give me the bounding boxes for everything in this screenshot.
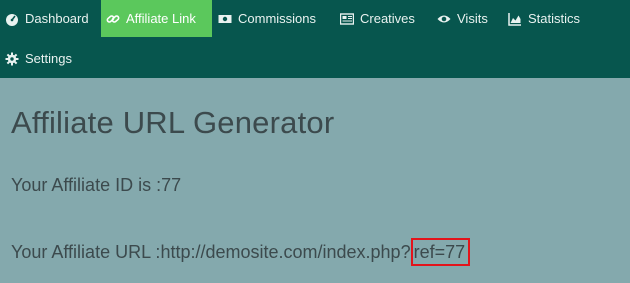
affiliate-id-label: Your Affiliate ID is : <box>11 175 162 195</box>
gear-icon <box>5 52 19 66</box>
main-navbar: Dashboard Affiliate Link Commissions Cre… <box>0 0 630 78</box>
dashboard-icon <box>5 12 19 26</box>
nav-item-creatives[interactable]: Creatives <box>335 0 423 37</box>
eye-icon <box>437 12 451 26</box>
nav-label-statistics: Statistics <box>528 11 581 26</box>
nav-label-dashboard: Dashboard <box>25 11 89 26</box>
nav-item-statistics[interactable]: Statistics <box>503 0 588 37</box>
nav-label-settings: Settings <box>25 51 72 66</box>
affiliate-url-line: Your Affiliate URL :http://demosite.com/… <box>11 238 471 266</box>
nav-label-affiliate-link: Affiliate Link <box>126 11 196 26</box>
nav-item-settings[interactable]: Settings <box>0 40 80 77</box>
affiliate-id-value: 77 <box>161 175 182 195</box>
link-icon <box>106 12 120 26</box>
affiliate-id-line: Your Affiliate ID is :77 <box>11 175 181 196</box>
nav-item-affiliate-link[interactable]: Affiliate Link <box>101 0 212 37</box>
nav-label-creatives: Creatives <box>360 11 415 26</box>
affiliate-url-label: Your Affiliate URL : <box>11 242 161 262</box>
money-icon <box>218 12 232 26</box>
newspaper-icon <box>340 12 354 26</box>
nav-item-commissions[interactable]: Commissions <box>213 0 324 37</box>
nav-label-visits: Visits <box>457 11 488 26</box>
page-title: Affiliate URL Generator <box>11 105 335 140</box>
affiliate-url-ref-highlight[interactable]: ref=77 <box>410 238 471 266</box>
affiliate-url-base[interactable]: http://demosite.com/index.php? <box>160 242 410 262</box>
nav-item-visits[interactable]: Visits <box>432 0 496 37</box>
chart-icon <box>508 12 522 26</box>
nav-label-commissions: Commissions <box>238 11 317 26</box>
nav-item-dashboard[interactable]: Dashboard <box>0 0 97 37</box>
